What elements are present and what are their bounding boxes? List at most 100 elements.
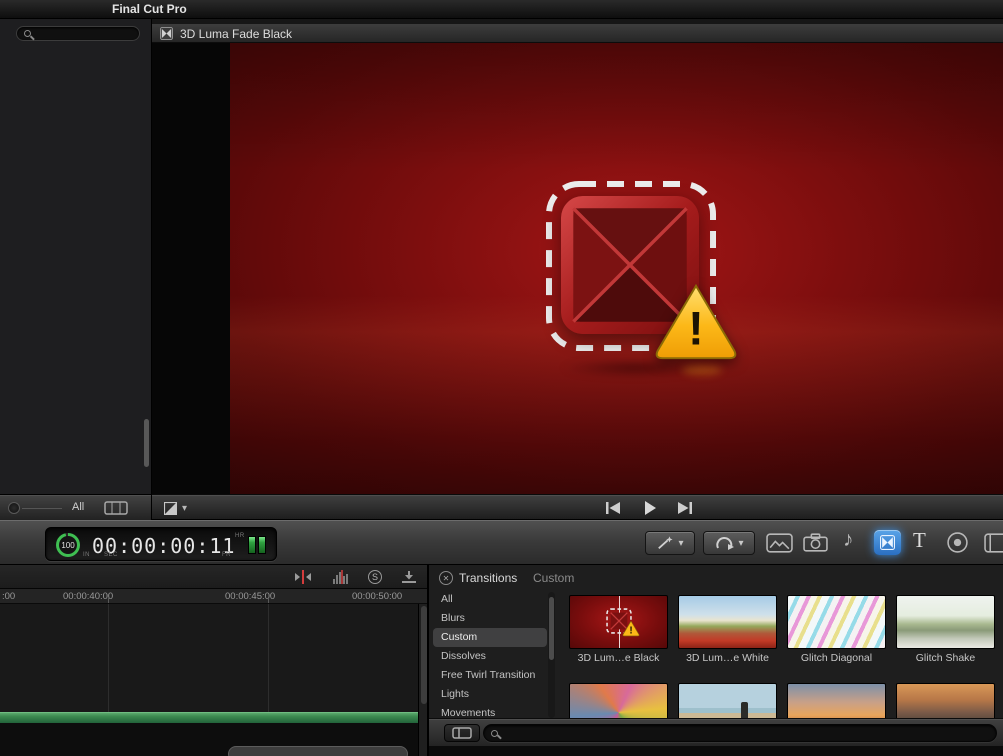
audio-skimming-icon	[333, 570, 348, 584]
audio-skimming-toggle[interactable]	[330, 569, 352, 585]
warning-icon-mini: !	[622, 620, 640, 636]
browser-close-button[interactable]: ✕	[439, 571, 453, 585]
category-scrollbar[interactable]	[548, 592, 555, 718]
chevron-down-icon: ▾	[738, 537, 744, 549]
browser-subtitle: Custom	[533, 571, 575, 585]
transition-thumbnail-3d-luma-black[interactable]: !	[569, 595, 668, 649]
magic-wand-icon	[658, 536, 674, 549]
duration-icon	[452, 727, 472, 739]
skip-back-button[interactable]	[600, 499, 626, 517]
media-import-button[interactable]	[803, 533, 828, 552]
timeline-vscrollbar[interactable]	[418, 604, 427, 756]
transition-name: Glitch Diagonal	[800, 652, 873, 664]
category-item-dissolves[interactable]: Dissolves	[433, 647, 547, 666]
skimming-toggle[interactable]	[292, 569, 314, 585]
timeline-hscrollbar-thumb[interactable]	[228, 746, 408, 756]
timeline-vscrollbar-thumb[interactable]	[421, 606, 427, 704]
transitions-icon	[880, 535, 895, 550]
gauge-value: 100	[61, 540, 75, 550]
skip-forward-button[interactable]	[672, 499, 698, 517]
photos-browser-button[interactable]	[766, 533, 793, 553]
warning-exclamation: !	[688, 302, 704, 354]
search-icon	[491, 729, 498, 737]
timeline-gridline	[268, 604, 269, 712]
browser-title: Transitions	[459, 571, 518, 585]
background-tasks-gauge[interactable]: 100	[56, 533, 80, 557]
transition-name: 3D Lum…e Black	[577, 652, 660, 664]
viewer-panel: !	[152, 43, 1003, 494]
ruler-tick	[108, 598, 109, 603]
ruler-tick-label: :00	[2, 591, 16, 602]
retime-button[interactable]: ▾	[703, 531, 755, 555]
snapping-toggle[interactable]	[398, 569, 420, 585]
timeline-options-bar: S	[0, 565, 427, 589]
event-search-field[interactable]	[16, 26, 140, 41]
transition-thumbnail-3d-luma-white[interactable]	[678, 595, 777, 649]
skimming-icon	[295, 570, 311, 584]
viewer-title-bar: 3D Luma Fade Black	[152, 24, 1003, 43]
category-item-free-twirl[interactable]: Free Twirl Transition	[433, 666, 547, 685]
event-browser-bottom-bar: All	[0, 494, 151, 520]
chevron-down-icon: ▾	[678, 537, 684, 549]
ruler-tick-label: 00:00:50:00	[352, 591, 403, 602]
camera-icon	[803, 533, 828, 552]
ruler-tick-label: 00:00:40:00	[63, 591, 114, 602]
transport-controls	[592, 497, 712, 519]
main-toolbar: 100 00:00:00:11 IN SEC FR HR ▾ ▾ ♪ T	[0, 520, 1003, 565]
retime-icon	[716, 536, 735, 550]
timeline-clip-green[interactable]	[0, 712, 418, 723]
photos-icon	[766, 533, 793, 553]
music-browser-button[interactable]: ♪	[843, 528, 854, 552]
timeline-ruler[interactable]: :00 00:00:40:00 00:00:45:00 00:00:50:00	[0, 589, 427, 604]
transition-thumbnail-glitch-shake[interactable]	[896, 595, 995, 649]
svg-text:!: !	[629, 625, 632, 636]
duration-toggle-button[interactable]	[444, 724, 480, 742]
clip-filter-popup[interactable]: All	[72, 501, 84, 513]
audio-meter-left[interactable]	[248, 536, 256, 554]
solo-toggle[interactable]: S	[364, 569, 386, 585]
browser-header: ✕ Transitions Custom	[429, 569, 1003, 589]
category-item-blurs[interactable]: Blurs	[433, 609, 547, 628]
transition-thumbnail-glitch-diagonal[interactable]	[787, 595, 886, 649]
transparency-icon	[164, 501, 177, 515]
enhancements-button[interactable]: ▾	[645, 531, 695, 555]
clip-appearance-slider-track	[22, 508, 62, 509]
viewer-canvas[interactable]: !	[230, 43, 1003, 494]
chevron-down-icon: ▾	[182, 502, 188, 514]
transitions-browser-panel: ✕ Transitions Custom All Blurs Custom Di…	[428, 565, 1003, 756]
clip-appearance-slider-knob[interactable]	[8, 502, 20, 514]
transitions-browser-button[interactable]	[874, 530, 901, 555]
event-browser-scrollbar-thumb[interactable]	[144, 419, 149, 467]
category-item-lights[interactable]: Lights	[433, 685, 547, 704]
generators-browser-button[interactable]	[946, 531, 969, 554]
warning-reflection	[682, 365, 722, 375]
snapping-icon	[402, 571, 416, 583]
warning-icon: !	[655, 283, 737, 360]
menu-bar: Final Cut Pro	[0, 0, 1003, 19]
category-scrollbar-thumb[interactable]	[549, 597, 554, 660]
transition-icon	[160, 27, 173, 40]
titles-browser-button[interactable]: T	[913, 528, 926, 553]
category-item-all[interactable]: All	[433, 590, 547, 609]
audio-meter-right[interactable]	[258, 536, 266, 554]
generators-icon	[947, 532, 968, 553]
viewer-options-button[interactable]: ▾	[164, 500, 210, 516]
timeline-tracks[interactable]	[0, 604, 427, 756]
transitions-search-input[interactable]	[503, 727, 882, 739]
transition-name: 3D Lum…e White	[686, 652, 769, 664]
category-list: All Blurs Custom Dissolves Free Twirl Tr…	[433, 590, 547, 723]
app-menu-title[interactable]: Final Cut Pro	[112, 2, 187, 16]
category-item-custom[interactable]: Custom	[433, 628, 547, 647]
browser-footer-strip	[429, 746, 1003, 756]
viewer-title: 3D Luma Fade Black	[180, 27, 293, 41]
play-button[interactable]	[637, 499, 663, 517]
filmstrip-view-icon[interactable]	[104, 501, 128, 515]
timeline-panel: S :00 00:00:40:00 00:00:45:00 00:00:50:0…	[0, 565, 428, 756]
final-cut-pro-window: Final Cut Pro All 3D Luma Fade Black ! ▾…	[0, 0, 1003, 756]
browser-icon	[984, 533, 1003, 553]
music-note-icon: ♪	[843, 528, 854, 551]
event-search-input[interactable]	[36, 27, 123, 40]
timeline-gridline	[108, 604, 109, 712]
transitions-search-field[interactable]	[483, 724, 997, 742]
themes-browser-button-partial[interactable]	[984, 533, 1003, 553]
